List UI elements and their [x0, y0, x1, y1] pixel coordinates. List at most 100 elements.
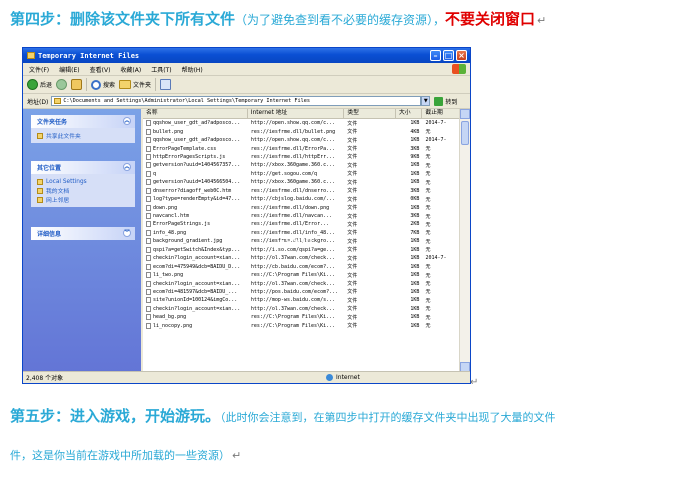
- other-places-header[interactable]: 其它位置 ︽: [31, 161, 135, 174]
- search-button[interactable]: 搜索: [91, 79, 115, 90]
- file-icon: [146, 204, 151, 211]
- file-name: getversion?uuid=1404566504...: [153, 179, 241, 186]
- table-row[interactable]: qspi?a=getSwitch&Index&typ... http://i.so…: [143, 246, 460, 254]
- table-row[interactable]: qqshow_user_gdt_ad?adposco... http://open…: [143, 136, 460, 144]
- expires-cell: 无: [425, 306, 431, 313]
- table-row[interactable]: li_two.png res://C:\Program Files\Ki... 文件…: [143, 271, 460, 279]
- table-row[interactable]: qqshow_user_gdt_ad?adposco... http://open…: [143, 119, 460, 127]
- column-size[interactable]: 大小: [396, 109, 423, 118]
- table-row[interactable]: checkin?login_account=xian... http://ol.3…: [143, 279, 460, 287]
- folders-button[interactable]: 文件夹: [119, 80, 151, 89]
- expires-cell: 无: [425, 213, 431, 220]
- table-row[interactable]: dnserror?diagoff_web0C.htm res://iesfrme.…: [143, 187, 460, 195]
- size-cell: 1KB: [410, 255, 420, 262]
- share-folder-label: 共享此文件夹: [46, 134, 81, 140]
- table-row[interactable]: ecom?di=475949&dcb=BAIDU_D... http://cb.b…: [143, 262, 460, 270]
- collapse-icon[interactable]: ︽: [123, 117, 131, 125]
- url-cell: http://pos.baidu.com/ecom?...: [250, 288, 339, 295]
- up-button[interactable]: [71, 79, 83, 90]
- folder-icon: [37, 178, 43, 185]
- file-name: httpErrorPagesScripts.js: [153, 153, 226, 160]
- file-name: log?type=renderEmpty&id=47...: [153, 196, 241, 203]
- type-cell: 文件: [347, 196, 358, 203]
- table-row[interactable]: ErrorPageTemplate.css res://iesfrme.dll/E…: [143, 144, 460, 152]
- file-icon: [146, 314, 151, 321]
- column-name[interactable]: 名称: [143, 109, 248, 118]
- type-cell: 文件: [347, 281, 358, 288]
- my-documents-link[interactable]: 我的文档: [37, 186, 129, 195]
- address-dropdown[interactable]: ▼: [421, 96, 431, 106]
- menu-help[interactable]: 帮助(H): [182, 65, 203, 74]
- address-input[interactable]: C:\Documents and Settings\Administrator\…: [51, 96, 422, 106]
- table-row[interactable]: getversion?uuid=1404566504... http://xbox…: [143, 178, 460, 186]
- expires-cell: 2014-7-: [425, 137, 447, 144]
- table-row[interactable]: log?type=renderEmpty&id=47... http://cbjs…: [143, 195, 460, 203]
- details-header[interactable]: 详细信息 ︾: [31, 227, 135, 240]
- address-label: 地址(D): [27, 98, 49, 106]
- explorer-window: Temporary Internet Files – □ × 文件(F) 编辑(…: [22, 47, 471, 384]
- column-type[interactable]: 类型: [344, 109, 396, 118]
- collapse-icon[interactable]: ︽: [123, 163, 131, 171]
- maximize-button[interactable]: □: [443, 50, 454, 61]
- step5-text-a: （此时你会注意到，在第四步中打开的缓存文件夹中出现了大量的文件: [220, 411, 556, 424]
- table-row[interactable]: down.png res://iesfrme.dll/down.png 文件 1KB 无: [143, 203, 460, 211]
- menu-tools[interactable]: 工具(T): [151, 65, 171, 74]
- file-name-cell: ecom?di=475949&dcb=BAIDU_D...: [143, 263, 248, 270]
- go-button[interactable]: 转到: [434, 96, 457, 106]
- expand-icon[interactable]: ︾: [123, 229, 131, 237]
- menu-bar: 文件(F) 编辑(E) 查看(V) 收藏(A) 工具(T) 帮助(H): [23, 64, 470, 76]
- menu-view[interactable]: 查看(V): [90, 65, 111, 74]
- network-places-label: 网上邻居: [46, 198, 70, 204]
- back-label: 后退: [40, 82, 53, 89]
- file-name-cell: site?unionId=100124&imgCo...: [143, 297, 248, 304]
- table-row[interactable]: bullet.png res://iesfrme.dll/bullet.png 文件…: [143, 127, 460, 135]
- type-cell: 文件: [347, 297, 358, 304]
- network-places-link[interactable]: 网上邻居: [37, 195, 129, 204]
- scroll-thumb[interactable]: [461, 121, 469, 145]
- table-row[interactable]: ecom?di=481597&dcb=BAIDU_... http://pos.b…: [143, 288, 460, 296]
- scroll-up-button[interactable]: [460, 109, 470, 119]
- expires-cell: 无: [425, 146, 431, 153]
- table-row[interactable]: head_bg.png res://C:\Program Files\Ki... 文…: [143, 313, 460, 321]
- expires-cell: 无: [425, 171, 431, 178]
- url-cell: res://C:\Program Files\Ki...: [250, 314, 336, 321]
- share-folder-link[interactable]: 共享此文件夹: [37, 131, 129, 140]
- table-row[interactable]: httpErrorPagesScripts.js res://iesfrme.dl…: [143, 153, 460, 161]
- forward-button[interactable]: [56, 79, 68, 90]
- views-button[interactable]: [160, 79, 172, 90]
- minimize-button[interactable]: –: [430, 50, 441, 61]
- folder-icon: [54, 98, 62, 104]
- size-cell: 1KB: [410, 297, 420, 304]
- size-cell: 3KB: [410, 213, 420, 220]
- menu-favorites[interactable]: 收藏(A): [120, 65, 141, 74]
- table-row[interactable]: site?unionId=100124&imgCo... http://mop-w…: [143, 296, 460, 304]
- table-row[interactable]: q http://get.sogou.com/q 文件 1KB 无: [143, 170, 460, 178]
- column-expires[interactable]: 截止期: [422, 109, 460, 118]
- vertical-scrollbar[interactable]: [459, 109, 470, 372]
- expires-cell: 无: [425, 314, 431, 321]
- table-row[interactable]: li_nocopy.png res://C:\Program Files\Ki..…: [143, 322, 460, 330]
- size-cell: 1KB: [410, 314, 420, 321]
- file-name: checkin?login_account=xian...: [153, 305, 241, 312]
- file-icon: [146, 322, 151, 329]
- expires-cell: 无: [425, 281, 431, 288]
- expires-cell: 无: [425, 162, 431, 169]
- menu-edit[interactable]: 编辑(E): [59, 65, 79, 74]
- column-url[interactable]: Internet 地址: [248, 109, 345, 118]
- title-bar[interactable]: Temporary Internet Files – □ ×: [23, 48, 470, 63]
- file-tasks-header[interactable]: 文件夹任务 ︽: [31, 115, 135, 128]
- file-icon: [146, 297, 151, 304]
- close-button[interactable]: ×: [456, 50, 467, 61]
- table-row[interactable]: navcancl.htm res://iesfrme.dll/navcan... 文…: [143, 212, 460, 220]
- file-name: qqshow_user_gdt_ad?adposco...: [153, 120, 241, 127]
- table-row[interactable]: checkin?login_account=xian... http://ol.3…: [143, 305, 460, 313]
- url-cell: res://iesfrme.dll/navcan...: [250, 213, 333, 220]
- table-row[interactable]: checkin?login_account=xian... http://ol.3…: [143, 254, 460, 262]
- toolbar: 后退 搜索 文件夹: [23, 76, 470, 94]
- menu-file[interactable]: 文件(F): [29, 65, 49, 74]
- local-settings-link[interactable]: Local Settings: [37, 177, 129, 186]
- table-row[interactable]: getversion?uuid=1404567357... http://xbox…: [143, 161, 460, 169]
- table-row[interactable]: ErrorPageStrings.js res://iesfrme.dll/Err…: [143, 220, 460, 228]
- folders-icon: [119, 80, 132, 89]
- back-button[interactable]: 后退: [27, 79, 52, 90]
